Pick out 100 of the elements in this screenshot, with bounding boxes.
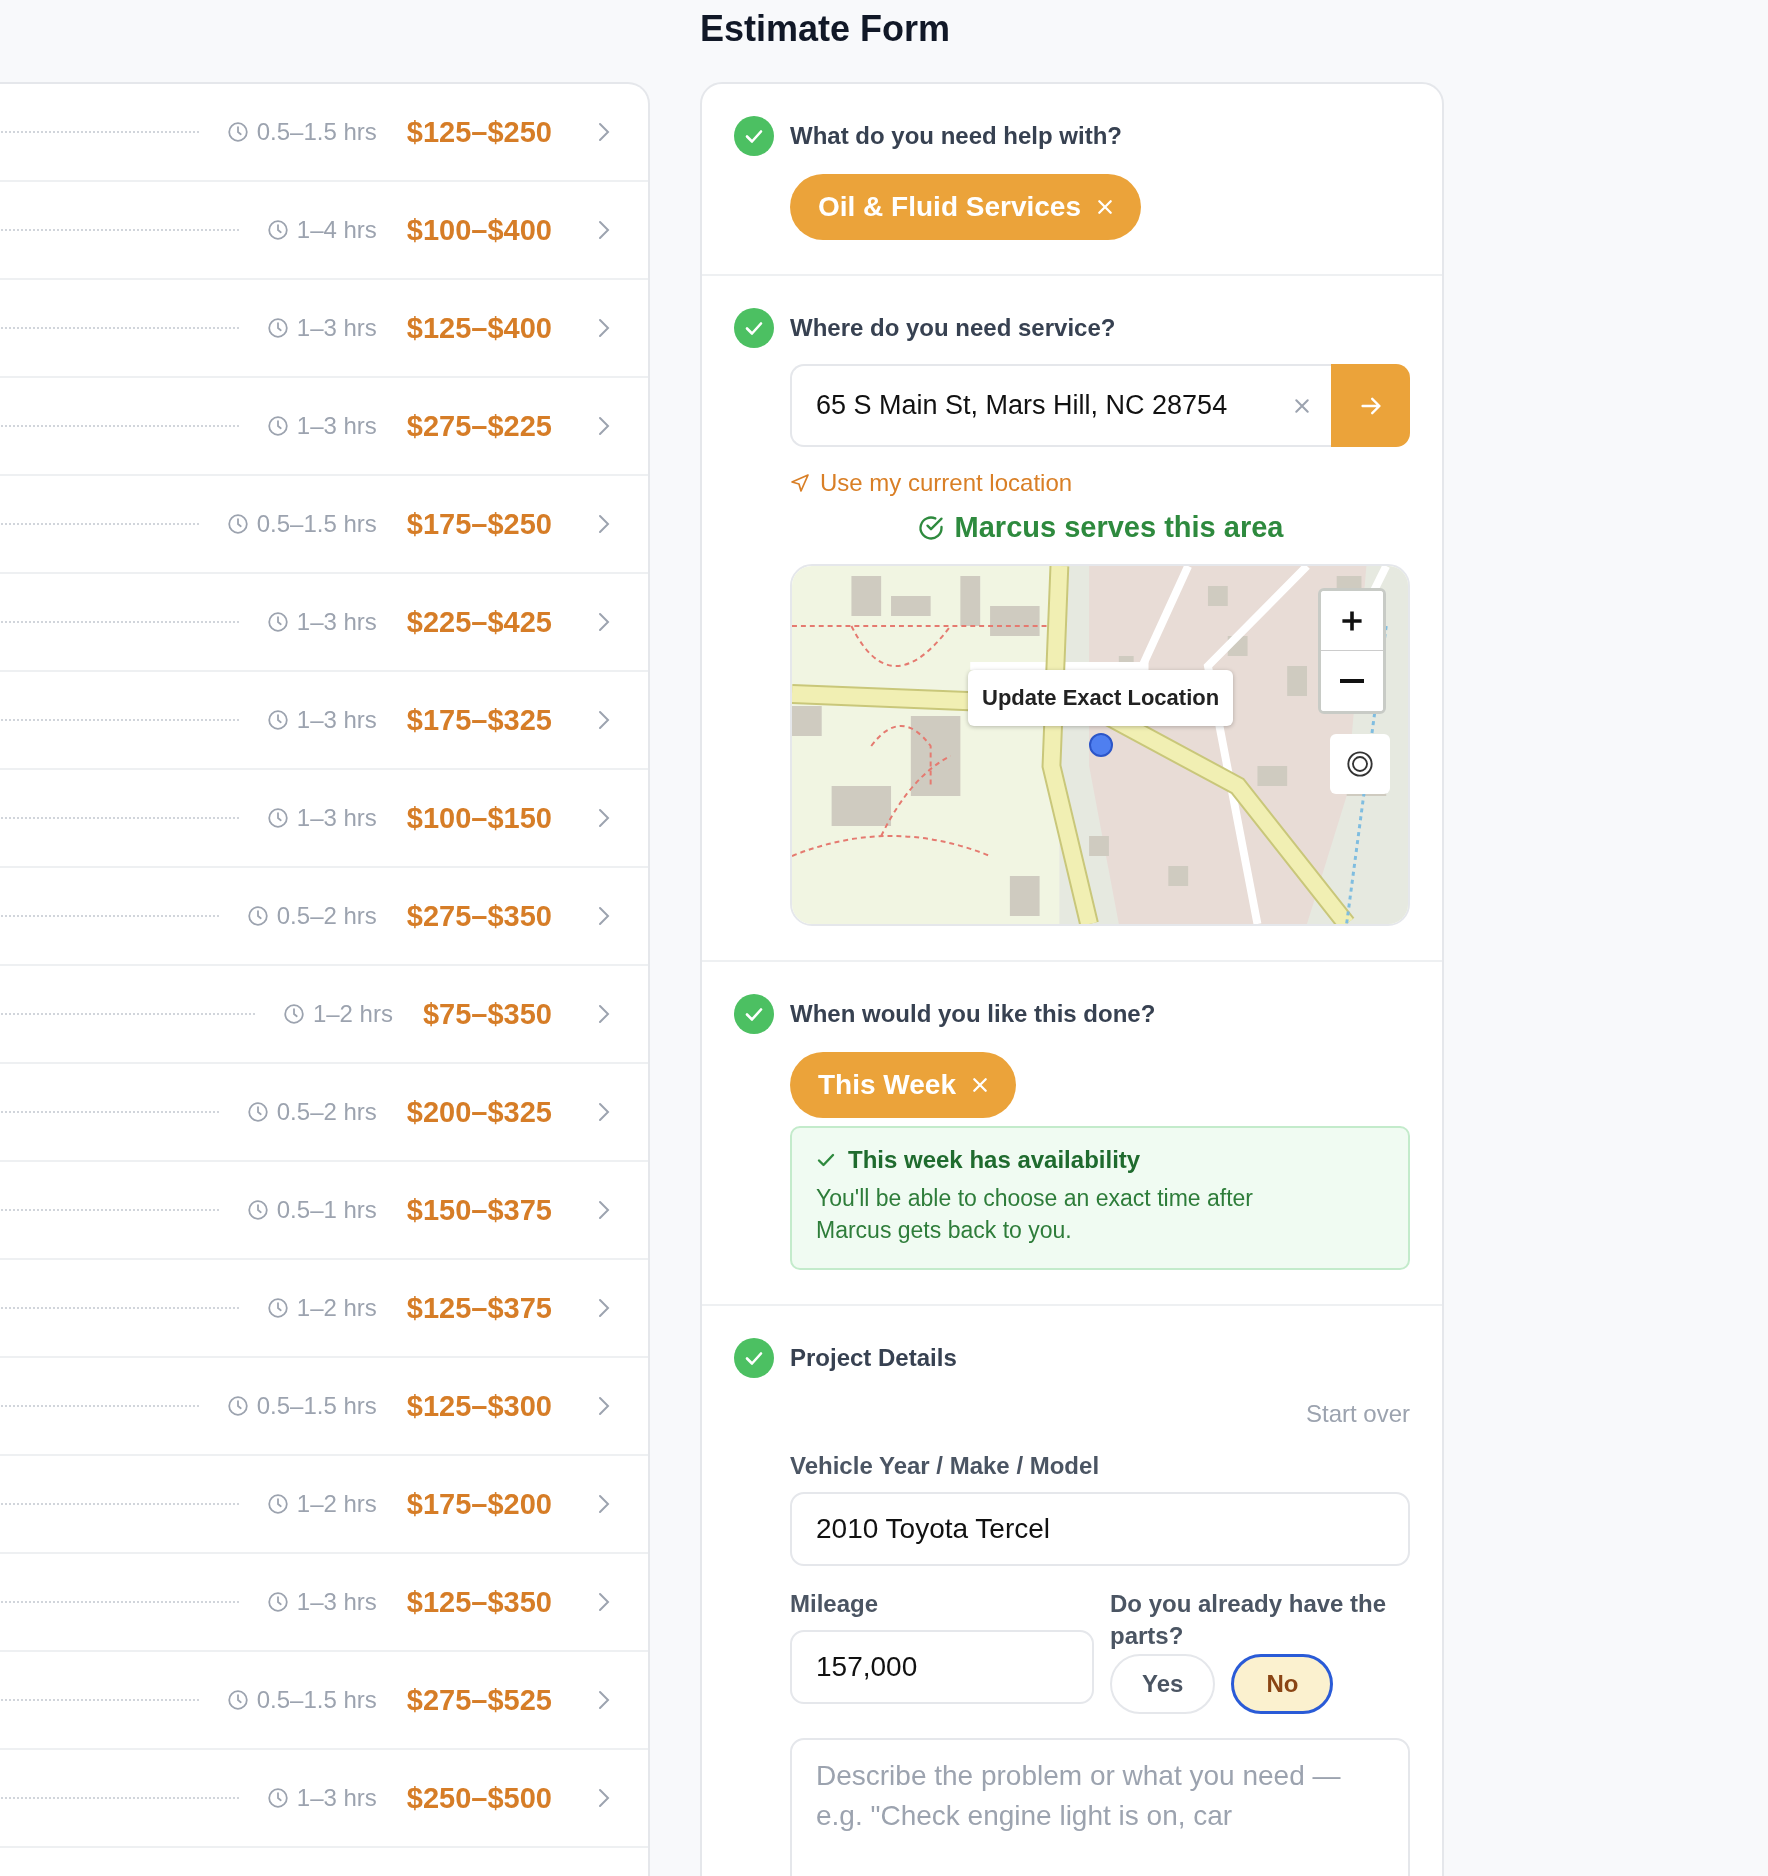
duration-text: 0.5–1.5 hrs bbox=[256, 510, 377, 538]
service-row[interactable]: 0.5–1.5 hrs $125–$300 bbox=[0, 1358, 648, 1456]
clock-icon bbox=[226, 1689, 249, 1711]
price-range: $275–$350 bbox=[406, 899, 552, 933]
price-range: $100–$400 bbox=[406, 213, 552, 247]
service-row[interactable]: 1–2 hrs $75–$350 bbox=[0, 966, 648, 1064]
clock-icon bbox=[266, 807, 289, 829]
duration-text: 0.5–1.5 hrs bbox=[256, 1686, 377, 1714]
chevron-icon bbox=[598, 1592, 610, 1612]
service-row[interactable]: 1–3 hrs $275–$225 bbox=[0, 378, 648, 476]
chevron-icon bbox=[598, 1298, 610, 1318]
description-field[interactable]: Describe the problem or what you need — e.g. "Check engine light is on, car bbox=[790, 1738, 1410, 1876]
chevron-icon bbox=[598, 122, 610, 142]
service-row[interactable]: 1–3 hrs $225–$425 bbox=[0, 574, 648, 672]
price-range: $125–$250 bbox=[406, 115, 552, 149]
chevron-icon bbox=[598, 1494, 610, 1514]
option-button[interactable]: No bbox=[1231, 1654, 1334, 1714]
recenter-button[interactable] bbox=[1330, 734, 1390, 794]
clock-icon bbox=[226, 1395, 249, 1417]
price-range: $275–$225 bbox=[406, 409, 552, 443]
price-range: $125–$350 bbox=[406, 1585, 552, 1619]
mileage-field[interactable]: 157,000 bbox=[790, 1630, 1094, 1704]
section-title: Project Details bbox=[790, 1343, 958, 1373]
duration-text: 0.5–1.5 hrs bbox=[256, 1392, 377, 1420]
duration-text: 1–4 hrs bbox=[296, 216, 377, 244]
clock-icon bbox=[266, 1297, 289, 1319]
service-row[interactable]: 1–2 hrs $175–$200 bbox=[0, 1456, 648, 1554]
service-row[interactable]: 0.5–2 hrs $275–$350 bbox=[0, 868, 648, 966]
clock-icon bbox=[266, 709, 289, 731]
clock-icon bbox=[246, 905, 269, 927]
chevron-icon bbox=[598, 1396, 610, 1416]
service-row[interactable]: 1–4 hrs $100–$400 bbox=[0, 182, 648, 280]
coverage-text: Marcus serves this area bbox=[954, 511, 1284, 544]
field-label: Mileage bbox=[790, 1589, 880, 1619]
duration-text: 0.5–1 hrs bbox=[276, 1196, 377, 1224]
chevron-icon bbox=[598, 1004, 610, 1024]
chevron-icon bbox=[598, 612, 610, 632]
service-row[interactable]: 0.5–1 hrs $150–$375 bbox=[0, 1162, 648, 1260]
service-row[interactable]: 1–3 hrs $125–$350 bbox=[0, 1554, 648, 1652]
clock-icon bbox=[246, 1199, 269, 1221]
question-text: When would you like this done? bbox=[790, 999, 1157, 1029]
availability-text: You'll be able to choose an exact time after Marcus gets back to you. bbox=[816, 1184, 1254, 1245]
price-range: $250–$500 bbox=[406, 1781, 552, 1815]
service-row[interactable]: 0.5–1.5 hrs $275–$525 bbox=[0, 1652, 648, 1750]
clock-icon bbox=[226, 513, 249, 535]
minus-icon bbox=[1340, 678, 1364, 684]
price-range: $200–$325 bbox=[406, 1095, 552, 1129]
page-title: Estimate Form bbox=[700, 8, 952, 51]
clock-icon bbox=[266, 1787, 289, 1809]
duration-text: 0.5–2 hrs bbox=[276, 1098, 377, 1126]
duration-text: 1–2 hrs bbox=[296, 1490, 377, 1518]
duration-text: 1–2 hrs bbox=[296, 1294, 377, 1322]
timing-chip[interactable]: This Week bbox=[790, 1052, 1016, 1118]
service-row[interactable]: 0.5–2 hrs $200–$325 bbox=[0, 1064, 648, 1162]
clock-icon bbox=[226, 121, 249, 143]
target-icon bbox=[1346, 750, 1374, 778]
chevron-icon bbox=[598, 1690, 610, 1710]
service-row[interactable]: 0.5–1.5 hrs $175–$250 bbox=[0, 476, 648, 574]
duration-text: 1–3 hrs bbox=[296, 608, 377, 636]
question-text: What do you need help with? bbox=[790, 121, 1123, 151]
clear-icon bbox=[1294, 397, 1310, 414]
address-field[interactable]: 65 S Main St, Mars Hill, NC 28754 bbox=[790, 364, 1273, 447]
duration-text: 1–3 hrs bbox=[296, 412, 377, 440]
chevron-icon bbox=[598, 808, 610, 828]
clock-icon bbox=[282, 1003, 305, 1025]
start-over-link[interactable]: Start over bbox=[1305, 1400, 1410, 1428]
service-row[interactable]: 1–3 hrs $175–$325 bbox=[0, 672, 648, 770]
chevron-icon bbox=[598, 318, 610, 338]
clock-icon bbox=[246, 1101, 269, 1123]
price-range: $175–$250 bbox=[406, 507, 552, 541]
service-row[interactable]: 1–3 hrs $250–$500 bbox=[0, 1750, 648, 1848]
use-location-link[interactable]: Use my current location bbox=[790, 469, 1073, 497]
zoom-in-button[interactable] bbox=[1321, 591, 1383, 651]
price-range: $125–$300 bbox=[406, 1389, 552, 1423]
chevron-icon bbox=[598, 710, 610, 730]
service-row[interactable]: 1–3 hrs $100–$150 bbox=[0, 770, 648, 868]
service-chip[interactable]: Oil & Fluid Services bbox=[790, 174, 1141, 240]
navigation-arrow-icon bbox=[790, 473, 810, 493]
field-label: Do you already have the parts? bbox=[1110, 1589, 1388, 1651]
duration-text: 1–3 hrs bbox=[296, 804, 377, 832]
field-label: Vehicle Year / Make / Model bbox=[790, 1451, 1101, 1481]
price-range: $175–$200 bbox=[406, 1487, 552, 1521]
price-range: $75–$350 bbox=[422, 997, 552, 1031]
vehicle-field[interactable]: 2010 Toyota Tercel bbox=[790, 1492, 1410, 1566]
duration-text: 1–2 hrs bbox=[312, 1000, 393, 1028]
duration-text: 1–3 hrs bbox=[296, 314, 377, 342]
clock-icon bbox=[266, 317, 289, 339]
service-row[interactable]: 1–3 hrs $125–$400 bbox=[0, 280, 648, 378]
duration-text: 0.5–2 hrs bbox=[276, 902, 377, 930]
service-row[interactable]: 1–2 hrs $125–$375 bbox=[0, 1260, 648, 1358]
chevron-icon bbox=[598, 1788, 610, 1808]
chevron-icon bbox=[598, 906, 610, 926]
chevron-icon bbox=[598, 220, 610, 240]
chevron-icon bbox=[598, 1200, 610, 1220]
service-row[interactable]: 0.5–1.5 hrs $125–$250 bbox=[0, 84, 648, 182]
clock-icon bbox=[266, 219, 289, 241]
option-button[interactable]: Yes bbox=[1110, 1654, 1216, 1714]
clock-icon bbox=[266, 611, 289, 633]
map-tooltip: Update Exact Location bbox=[968, 670, 1234, 726]
duration-text: 0.5–1.5 hrs bbox=[256, 118, 377, 146]
